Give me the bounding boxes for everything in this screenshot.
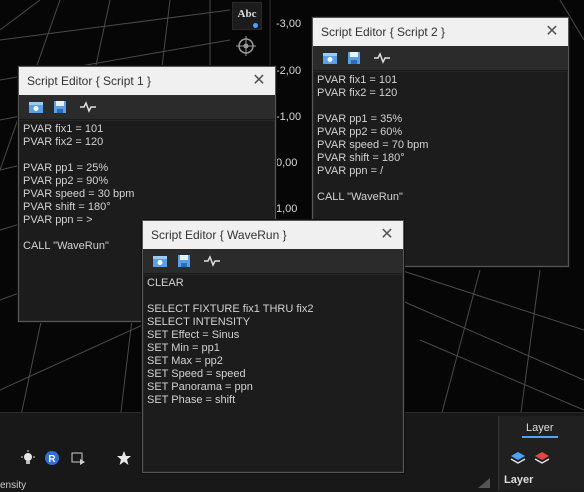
axis-label-3: 0,00 xyxy=(276,157,298,169)
script-editor-window-waverun: Script Editor { WaveRun } ✕ CLEAR SELECT… xyxy=(142,220,404,473)
run-icon[interactable] xyxy=(151,252,169,270)
axis-label-1: -2,00 xyxy=(276,65,302,77)
svg-text:R: R xyxy=(48,454,56,465)
run-icon[interactable] xyxy=(321,49,339,67)
wave-icon[interactable] xyxy=(373,49,391,67)
save-icon[interactable] xyxy=(175,252,193,270)
close-button[interactable]: ✕ xyxy=(542,18,562,46)
intensity-label: ensity xyxy=(0,480,27,491)
playback-icon[interactable] xyxy=(70,450,86,466)
axis-label-0: -3,00 xyxy=(276,18,302,30)
bulb-icon[interactable] xyxy=(20,450,36,466)
tool-indicator-dot xyxy=(253,23,258,28)
window-title: Script Editor { Script 2 } xyxy=(321,25,446,39)
star-icon[interactable] xyxy=(116,450,132,466)
tab-layer[interactable]: Layer xyxy=(522,420,558,438)
window-titlebar[interactable]: Script Editor { Script 2 } ✕ xyxy=(313,18,568,46)
layer-heading: Layer xyxy=(504,474,534,486)
text-tool-label: Abc xyxy=(237,8,257,20)
run-icon[interactable] xyxy=(27,98,45,116)
layers-remove-icon[interactable] xyxy=(534,450,550,466)
window-title: Script Editor { WaveRun } xyxy=(151,228,287,242)
editor-toolbar xyxy=(313,46,568,71)
bottom-toolbar: R xyxy=(0,418,140,478)
close-button[interactable]: ✕ xyxy=(249,67,269,95)
axis-label-2: -1,00 xyxy=(276,111,302,123)
save-icon[interactable] xyxy=(51,98,69,116)
record-icon[interactable]: R xyxy=(44,450,60,466)
wave-icon[interactable] xyxy=(203,252,221,270)
script-editor-textarea[interactable]: CLEAR SELECT FIXTURE fix1 THRU fix2 SELE… xyxy=(144,275,402,471)
window-titlebar[interactable]: Script Editor { WaveRun } ✕ xyxy=(143,221,403,249)
window-title: Script Editor { Script 1 } xyxy=(27,74,152,88)
layers-icon[interactable] xyxy=(510,450,526,466)
move-gizmo-icon[interactable] xyxy=(232,34,260,58)
editor-toolbar xyxy=(143,249,403,274)
resize-grip-icon[interactable] xyxy=(478,478,490,488)
window-titlebar[interactable]: Script Editor { Script 1 } ✕ xyxy=(19,67,275,95)
close-button[interactable]: ✕ xyxy=(377,221,397,249)
text-tool-button[interactable]: Abc xyxy=(232,2,262,30)
wave-icon[interactable] xyxy=(79,98,97,116)
save-icon[interactable] xyxy=(345,49,363,67)
axis-label-4: 1,00 xyxy=(276,203,298,215)
editor-toolbar xyxy=(19,95,275,120)
